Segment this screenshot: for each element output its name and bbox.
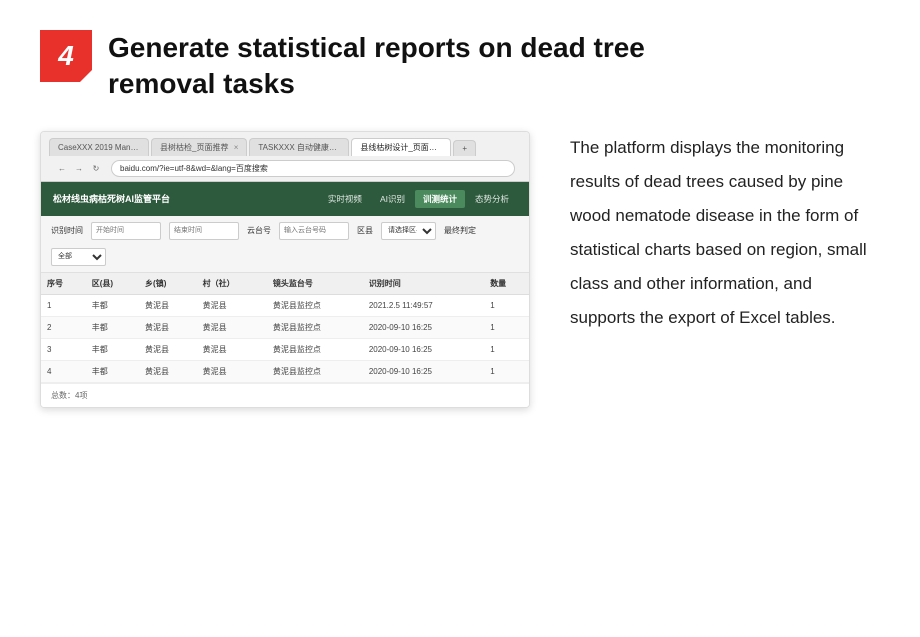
filter-cloud-input[interactable]: [279, 222, 349, 240]
col-header-count: 数量: [484, 273, 529, 295]
col-header-town: 乡(镇): [139, 273, 197, 295]
cell-0-0: 1: [41, 294, 86, 316]
browser-tab-new[interactable]: +: [453, 140, 476, 156]
filter-latest-label: 最终判定: [444, 225, 476, 236]
cell-2-3: 黄泥县: [197, 338, 267, 360]
col-header-num: 序号: [41, 273, 86, 295]
filter-area-select[interactable]: 请选择区县: [381, 222, 436, 240]
cell-0-1: 丰都: [86, 294, 139, 316]
browser-tab-4[interactable]: 县线枯树设计_页面图片推荐 ×: [351, 138, 451, 156]
cell-0-3: 黄泥县: [197, 294, 267, 316]
refresh-button[interactable]: ↻: [89, 161, 103, 175]
cell-3-5: 2020-09-10 16:25: [363, 360, 484, 382]
cell-1-4: 黄泥县监控点: [267, 316, 363, 338]
browser-controls: ← → ↻: [55, 161, 103, 175]
table-row: 4丰都黄泥县黄泥县黄泥县监控点2020-09-10 16:251: [41, 360, 529, 382]
title-line2: removal tasks: [108, 66, 645, 102]
filter-time-label: 识别时间: [51, 225, 83, 236]
cell-1-1: 丰都: [86, 316, 139, 338]
page-header: 4 Generate statistical reports on dead t…: [40, 30, 880, 103]
app-logo: 松材线虫病枯死树AI监管平台: [53, 192, 170, 205]
nav-shipin[interactable]: 实时视频: [320, 190, 370, 208]
browser-chrome: CaseXXX 2019 Manx面控… × 县树枯检_页面推荐 × TASKX…: [41, 132, 529, 182]
cell-0-2: 黄泥县: [139, 294, 197, 316]
cell-2-0: 3: [41, 338, 86, 360]
app-screenshot: CaseXXX 2019 Manx面控… × 县树枯检_页面推荐 × TASKX…: [40, 131, 530, 408]
cell-2-1: 丰都: [86, 338, 139, 360]
col-header-village: 村（社）: [197, 273, 267, 295]
cell-0-4: 黄泥县监控点: [267, 294, 363, 316]
filter-cloud-label: 云台号: [247, 225, 271, 236]
col-header-time: 识别时间: [363, 273, 484, 295]
cell-0-5: 2021.2.5 11:49:57: [363, 294, 484, 316]
description-text: The platform displays the monitoring res…: [570, 138, 867, 327]
app-navbar: 松材线虫病枯死树AI监管平台 实时视频 AI识别 训测统计 态势分析: [41, 182, 529, 216]
browser-address-bar: ← → ↻ baidu.com/?ie=utf-8&wd=&lang=百度搜索: [49, 156, 521, 181]
cell-3-4: 黄泥县监控点: [267, 360, 363, 382]
col-header-district: 区(县): [86, 273, 139, 295]
nav-ai[interactable]: AI识别: [372, 190, 413, 208]
main-content: CaseXXX 2019 Manx面控… × 县树枯检_页面推荐 × TASKX…: [40, 131, 880, 408]
table-row: 3丰都黄泥县黄泥县黄泥县监控点2020-09-10 16:251: [41, 338, 529, 360]
table-header-row: 序号 区(县) 乡(镇) 村（社） 镜头监台号 识别时间 数量: [41, 273, 529, 295]
table-container: 序号 区(县) 乡(镇) 村（社） 镜头监台号 识别时间 数量 1丰都黄泥县黄泥…: [41, 273, 529, 383]
cell-0-6: 1: [484, 294, 529, 316]
url-bar[interactable]: baidu.com/?ie=utf-8&wd=&lang=百度搜索: [111, 160, 515, 177]
table-row: 1丰都黄泥县黄泥县黄泥县监控点2021.2.5 11:49:571: [41, 294, 529, 316]
forward-button[interactable]: →: [72, 161, 86, 175]
step-number: 4: [58, 42, 74, 70]
cell-3-6: 1: [484, 360, 529, 382]
filter-start-time[interactable]: [91, 222, 161, 240]
app-footer: 总数：4项: [41, 383, 529, 407]
page-title: Generate statistical reports on dead tre…: [108, 30, 645, 103]
cell-3-2: 黄泥县: [139, 360, 197, 382]
cell-3-0: 4: [41, 360, 86, 382]
filter-area-label: 区县: [357, 225, 373, 236]
description: The platform displays the monitoring res…: [570, 131, 880, 335]
cell-2-6: 1: [484, 338, 529, 360]
cell-1-5: 2020-09-10 16:25: [363, 316, 484, 338]
browser-tabs: CaseXXX 2019 Manx面控… × 县树枯检_页面推荐 × TASKX…: [49, 138, 521, 156]
cell-1-3: 黄泥县: [197, 316, 267, 338]
filter-end-time[interactable]: [169, 222, 239, 240]
back-button[interactable]: ←: [55, 161, 69, 175]
app-nav: 实时视频 AI识别 训测统计 态势分析: [320, 190, 517, 208]
cell-2-4: 黄泥县监控点: [267, 338, 363, 360]
cell-1-6: 1: [484, 316, 529, 338]
data-table: 序号 区(县) 乡(镇) 村（社） 镜头监台号 识别时间 数量 1丰都黄泥县黄泥…: [41, 273, 529, 383]
browser-tab-1[interactable]: CaseXXX 2019 Manx面控… ×: [49, 138, 149, 156]
cell-1-0: 2: [41, 316, 86, 338]
nav-training[interactable]: 训测统计: [415, 190, 465, 208]
browser-tab-3[interactable]: TASKXXX 自动健康分析设计… ×: [249, 138, 349, 156]
step-number-badge: 4: [40, 30, 92, 82]
cell-1-2: 黄泥县: [139, 316, 197, 338]
title-line1: Generate statistical reports on dead tre…: [108, 30, 645, 66]
cell-2-5: 2020-09-10 16:25: [363, 338, 484, 360]
browser-tab-2[interactable]: 县树枯检_页面推荐 ×: [151, 138, 247, 156]
nav-analysis[interactable]: 态势分析: [467, 190, 517, 208]
total-count: 总数：4项: [51, 391, 87, 400]
col-header-station: 镜头监台号: [267, 273, 363, 295]
filter-bar: 识别时间 云台号 区县 请选择区县 最终判定 全部: [41, 216, 529, 273]
table-row: 2丰都黄泥县黄泥县黄泥县监控点2020-09-10 16:251: [41, 316, 529, 338]
cell-3-1: 丰都: [86, 360, 139, 382]
cell-2-2: 黄泥县: [139, 338, 197, 360]
cell-3-3: 黄泥县: [197, 360, 267, 382]
filter-latest-select[interactable]: 全部: [51, 248, 106, 266]
